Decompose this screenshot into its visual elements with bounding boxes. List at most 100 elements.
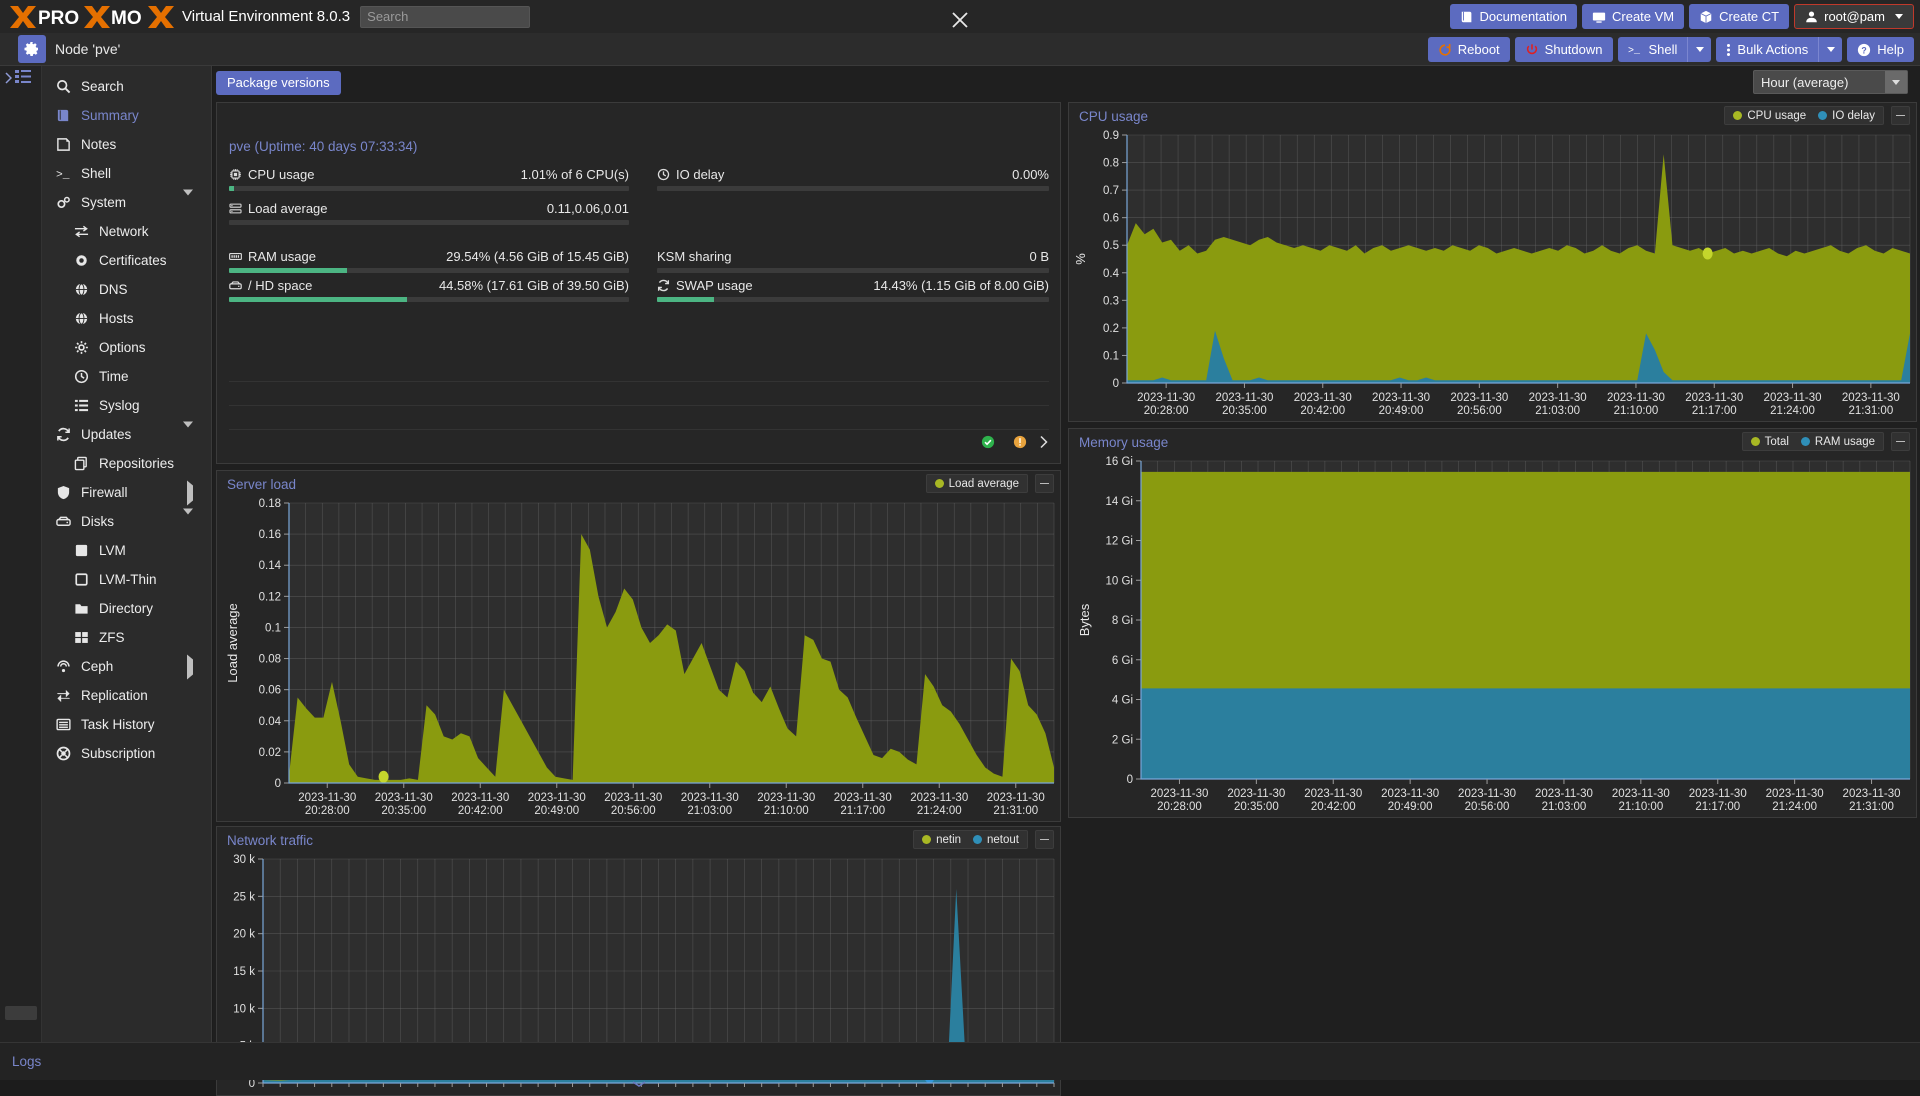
legend-item-cpu-usage[interactable]: CPU usage	[1733, 110, 1806, 122]
sidebar-item-label: ZFS	[99, 630, 125, 645]
collapse-icon[interactable]	[1891, 106, 1910, 125]
gauge-progress-bar	[229, 268, 629, 273]
shell-dropdown-toggle[interactable]	[1687, 37, 1711, 62]
sidebar-item-shell[interactable]: >_Shell	[42, 159, 211, 188]
chevron-right-icon[interactable]	[187, 659, 193, 674]
sidebar-item-disks[interactable]: Disks	[42, 507, 211, 536]
chevron-right-icon[interactable]	[1039, 435, 1049, 449]
x-tick-label: 2023-11-30	[1215, 392, 1273, 404]
collapse-icon[interactable]	[1891, 432, 1910, 451]
sidebar-item-zfs[interactable]: ZFS	[42, 623, 211, 652]
proxmox-logo[interactable]: PRO MO	[0, 0, 178, 33]
logs-label[interactable]: Logs	[12, 1054, 41, 1069]
sidebar-item-certificates[interactable]: Certificates	[42, 246, 211, 275]
rail-scrollbar[interactable]	[5, 1006, 37, 1020]
gauge-label: IO delay	[657, 167, 724, 182]
legend-label: Total	[1765, 436, 1789, 448]
legend-item-netout[interactable]: netout	[973, 834, 1019, 846]
node-actions: Reboot Shutdown >_ Shell Bulk Actions	[1428, 37, 1914, 62]
resource-tree-icon[interactable]	[14, 69, 34, 87]
sidebar-item-updates[interactable]: Updates	[42, 420, 211, 449]
x-tick-label: 21:03:00	[1535, 405, 1580, 417]
global-search[interactable]	[360, 6, 530, 28]
x-tick-label: 21:31:00	[993, 805, 1038, 817]
shell-button[interactable]: >_ Shell	[1618, 37, 1688, 62]
legend-item-io-delay[interactable]: IO delay	[1818, 110, 1875, 122]
shutdown-button[interactable]: Shutdown	[1515, 37, 1613, 62]
memory-chart-title: Memory usage	[1079, 435, 1168, 450]
sidebar-item-directory[interactable]: Directory	[42, 594, 211, 623]
sidebar-item-ceph[interactable]: Ceph	[42, 652, 211, 681]
x-tick-label: 20:42:00	[458, 805, 503, 817]
bulk-actions-split-button[interactable]: Bulk Actions	[1716, 37, 1842, 62]
x-tick-label: 21:17:00	[840, 805, 885, 817]
gauge-progress-bar	[229, 297, 629, 302]
sidebar-item-firewall[interactable]: Firewall	[42, 478, 211, 507]
x-tick-label: 21:31:00	[1849, 801, 1894, 813]
legend-item-total[interactable]: Total	[1751, 436, 1789, 448]
y-tick-label: 0.9	[1103, 130, 1119, 142]
sidebar-item-repositories[interactable]: Repositories	[42, 449, 211, 478]
top-header-bar: PRO MO Virtual Environment 8.0.3 Documen…	[0, 0, 1920, 33]
help-button[interactable]: ? Help	[1847, 37, 1914, 62]
legend-item-ram-usage[interactable]: RAM usage	[1801, 436, 1875, 448]
package-versions-button[interactable]: Package versions	[216, 71, 341, 95]
x-tick-label: 21:24:00	[1770, 405, 1815, 417]
data-point-marker[interactable]	[379, 771, 389, 783]
user-menu-button[interactable]: root@pam	[1794, 4, 1914, 29]
dots-vertical-icon	[1726, 43, 1731, 57]
sidebar-item-lvm-thin[interactable]: LVM-Thin	[42, 565, 211, 594]
shutdown-label: Shutdown	[1545, 42, 1603, 57]
sidebar-item-summary[interactable]: Summary	[42, 101, 211, 130]
y-tick-label: 0.14	[259, 560, 282, 572]
sidebar-item-replication[interactable]: Replication	[42, 681, 211, 710]
repository-status-row[interactable]	[229, 430, 1049, 454]
bulk-actions-dropdown-toggle[interactable]	[1818, 37, 1842, 62]
sidebar-item-time[interactable]: Time	[42, 362, 211, 391]
chevron-down-icon[interactable]	[183, 514, 193, 529]
sidebar-item-syslog[interactable]: Syslog	[42, 391, 211, 420]
timerange-select[interactable]: Hour (average)	[1753, 70, 1908, 94]
sidebar-item-search[interactable]: Search	[42, 72, 211, 101]
create-ct-button[interactable]: Create CT	[1689, 4, 1789, 29]
close-icon[interactable]	[949, 9, 971, 31]
create-vm-button[interactable]: Create VM	[1582, 4, 1684, 29]
sidebar-item-options[interactable]: Options	[42, 333, 211, 362]
y-tick-label: 0.1	[265, 622, 281, 634]
sidebar-item-system[interactable]: System	[42, 188, 211, 217]
chevron-down-icon[interactable]	[183, 427, 193, 442]
expand-rail-icon[interactable]	[3, 70, 13, 86]
sidebar-item-notes[interactable]: Notes	[42, 130, 211, 159]
x-tick-label: 21:24:00	[917, 805, 962, 817]
search-input[interactable]	[360, 6, 530, 28]
chevron-down-icon	[1895, 14, 1903, 19]
collapse-icon[interactable]	[1035, 474, 1054, 493]
y-tick-label: 0.1	[1103, 350, 1119, 362]
chevron-right-icon[interactable]	[187, 485, 193, 500]
sidebar-item-network[interactable]: Network	[42, 217, 211, 246]
collapse-icon[interactable]	[1035, 830, 1054, 849]
logs-bar: Logs	[0, 1042, 1920, 1080]
legend-item-load-average[interactable]: Load average	[935, 478, 1019, 490]
node-gear-icon[interactable]	[18, 35, 46, 63]
square-icon	[74, 572, 92, 587]
sidebar-item-subscription[interactable]: Subscription	[42, 739, 211, 768]
sidebar-item-task-history[interactable]: Task History	[42, 710, 211, 739]
reboot-button[interactable]: Reboot	[1428, 37, 1510, 62]
data-point-marker[interactable]	[1703, 247, 1713, 259]
documentation-button[interactable]: Documentation	[1450, 4, 1577, 29]
chevron-down-icon[interactable]	[183, 195, 193, 210]
x-tick-label: 21:10:00	[764, 805, 809, 817]
bulk-actions-button[interactable]: Bulk Actions	[1716, 37, 1818, 62]
x-tick-label: 2023-11-30	[1304, 788, 1362, 800]
x-tick-label: 2023-11-30	[451, 792, 509, 804]
sidebar-item-hosts[interactable]: Hosts	[42, 304, 211, 333]
x-tick-label: 2023-11-30	[1764, 392, 1822, 404]
gauge-progress-bar	[229, 186, 629, 191]
sidebar-item-dns[interactable]: DNS	[42, 275, 211, 304]
gauge-progress-bar	[657, 186, 1049, 191]
shell-split-button[interactable]: >_ Shell	[1618, 37, 1712, 62]
chevron-down-icon[interactable]	[1885, 71, 1907, 93]
sidebar-item-lvm[interactable]: LVM	[42, 536, 211, 565]
legend-item-netin[interactable]: netin	[922, 834, 961, 846]
